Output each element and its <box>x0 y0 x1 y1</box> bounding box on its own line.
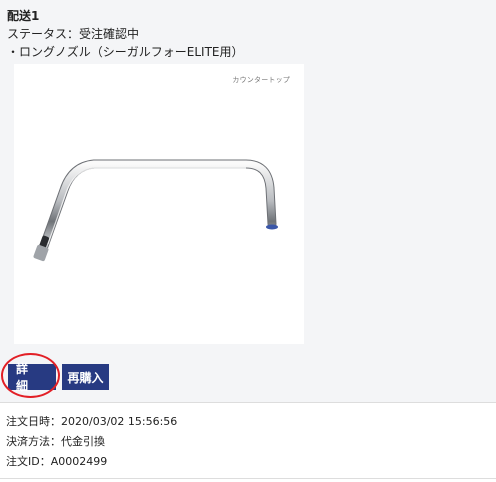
order-info: 注文日時：2020/03/02 15:56:56 決済方法：代金引換 注文ID：… <box>6 412 177 472</box>
rebuy-button[interactable]: 再購入 <box>62 364 109 390</box>
detail-button[interactable]: 詳細 <box>8 362 56 393</box>
shipment-title: 配送1 <box>7 9 40 23</box>
bottom-divider <box>0 478 496 479</box>
payment-method: 決済方法：代金引換 <box>6 435 105 448</box>
product-image: カウンタートップ <box>14 64 304 344</box>
order-id: 注文ID：A0002499 <box>6 455 108 468</box>
shipment-section: 配送1 ステータス：受注確認中 ・ロングノズル（シーガルフォーELITE用） カ… <box>0 0 496 402</box>
order-datetime: 注文日時：2020/03/02 15:56:56 <box>6 415 178 428</box>
nozzle-illustration <box>33 159 278 262</box>
item-name: ・ロングノズル（シーガルフォーELITE用） <box>7 45 244 59</box>
shipment-status: ステータス：受注確認中 <box>7 27 140 41</box>
divider <box>0 402 496 403</box>
